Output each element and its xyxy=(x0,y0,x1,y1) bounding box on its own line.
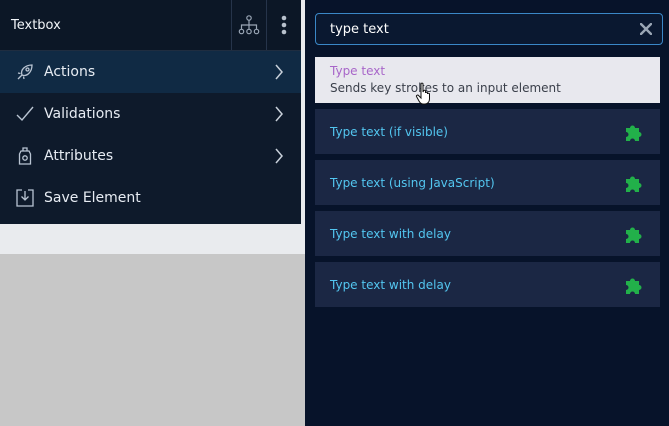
action-result-label: Type text with delay xyxy=(330,277,451,292)
action-result-label: Type text (if visible) xyxy=(330,124,448,139)
element-menu: Textbox Actions Validations Attributes S… xyxy=(0,0,301,224)
menu-item-label: Attributes xyxy=(44,148,114,164)
page-background-bottom xyxy=(0,254,305,426)
menu-item-validations[interactable]: Validations xyxy=(0,93,301,135)
more-options-button[interactable] xyxy=(266,0,301,50)
close-icon xyxy=(640,23,652,35)
hand-pointer-cursor-icon xyxy=(415,82,430,105)
chevron-right-icon xyxy=(269,106,289,122)
menu-title: Textbox xyxy=(11,17,61,33)
checkmark-icon xyxy=(14,103,36,125)
menu-item-label: Actions xyxy=(44,64,96,80)
action-result[interactable]: Type text (using JavaScript) xyxy=(315,160,660,205)
menu-item-label: Validations xyxy=(44,106,121,122)
puzzle-icon xyxy=(622,120,646,144)
vertical-dots-icon xyxy=(281,15,287,35)
menu-item-label: Save Element xyxy=(44,190,141,206)
action-result-description: Sends key strokes to an input element xyxy=(330,81,561,95)
action-result[interactable]: Type text (if visible) xyxy=(315,109,660,154)
action-result-label: Type text (using JavaScript) xyxy=(330,175,495,190)
chevron-right-icon xyxy=(269,64,289,80)
menu-header: Textbox xyxy=(0,0,301,51)
action-result-type-text[interactable]: Type text Sends key strokes to an input … xyxy=(315,57,660,103)
action-results-list: Type text Sends key strokes to an input … xyxy=(315,57,660,313)
puzzle-icon xyxy=(622,222,646,246)
menu-item-attributes[interactable]: Attributes xyxy=(0,135,301,177)
clear-search-button[interactable] xyxy=(630,14,662,44)
action-search-panel: Type text Sends key strokes to an input … xyxy=(305,0,669,426)
search-box xyxy=(315,13,663,45)
chevron-right-icon xyxy=(269,148,289,164)
hierarchy-icon xyxy=(238,15,260,35)
action-result[interactable]: Type text with delay xyxy=(315,211,660,256)
puzzle-icon xyxy=(622,273,646,297)
tag-icon xyxy=(14,145,36,167)
action-result[interactable]: Type text with delay xyxy=(315,262,660,307)
search-input[interactable] xyxy=(316,13,630,45)
action-result-title: Type text xyxy=(330,64,386,78)
rocket-icon xyxy=(14,61,36,83)
puzzle-icon xyxy=(622,171,646,195)
action-result-label: Type text with delay xyxy=(330,226,451,241)
menu-item-actions[interactable]: Actions xyxy=(0,51,301,93)
menu-item-save-element[interactable]: Save Element xyxy=(0,177,301,219)
hierarchy-button[interactable] xyxy=(231,0,266,50)
save-download-icon xyxy=(14,187,36,209)
